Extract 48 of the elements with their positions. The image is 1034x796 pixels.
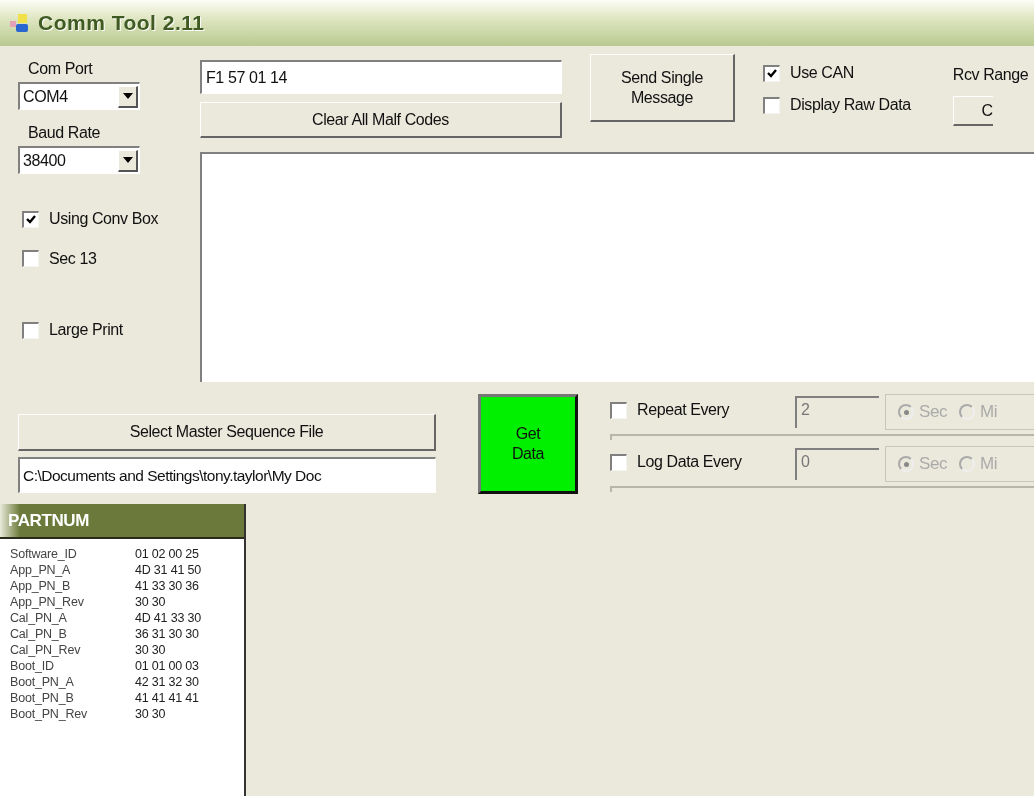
checkbox[interactable] (763, 96, 780, 114)
checkbox-label[interactable]: Use CAN (790, 64, 854, 82)
field-value: 36 31 30 30 (135, 627, 200, 641)
checkbox[interactable] (763, 64, 780, 82)
field-value: 41 41 41 41 (135, 691, 200, 705)
range-label: Rcv Range (952, 66, 1029, 84)
send-button[interactable]: Send Single Message (590, 54, 735, 122)
checkbox-label[interactable]: Display Raw Data (790, 96, 911, 114)
checkbox[interactable] (22, 210, 39, 228)
field-value: 41 33 30 36 (135, 579, 200, 593)
field-label: Com Port (27, 60, 94, 78)
file-path-field[interactable]: C:\Documents and Settings\tony.taylor\My Doc (18, 457, 436, 493)
button[interactable]: C (952, 96, 993, 126)
field-name: Software_ID (10, 547, 78, 561)
panel-header: PARTNUM (0, 504, 244, 539)
select-file-button[interactable]: Select Master Sequence File (18, 414, 436, 451)
clear-button[interactable]: Clear All Malf Codes (200, 102, 562, 138)
field-value: 30 30 (135, 707, 167, 721)
field-value: 30 30 (135, 643, 167, 657)
checkbox-label[interactable]: Sec 13 (49, 249, 97, 268)
checkbox-label[interactable]: Using Conv Box (49, 210, 159, 228)
checkbox[interactable] (22, 321, 39, 339)
field-name: Cal_PN_Rev (10, 643, 82, 657)
field-value: 4D 41 33 30 (135, 611, 202, 625)
field-value: 4D 31 41 50 (135, 563, 202, 577)
field-name: App_PN_B (10, 579, 72, 593)
field-value: 30 30 (135, 595, 167, 609)
field-name: App_PN_A (10, 563, 72, 577)
field-value: 42 31 32 30 (135, 675, 200, 689)
message-field[interactable]: F1 57 01 14 (200, 60, 562, 94)
field-label: Baud Rate (27, 124, 101, 142)
field-name: Boot_PN_A (10, 675, 75, 689)
dropdown[interactable]: 38400 (18, 146, 140, 174)
field-name: Boot_ID (10, 659, 55, 673)
field-name: Boot_PN_B (10, 691, 75, 705)
field-name: App_PN_Rev (10, 595, 85, 609)
checkbox-label[interactable]: Large Print (49, 321, 123, 339)
dropdown[interactable]: COM4 (18, 82, 140, 110)
field-value: 01 02 00 25 (135, 547, 200, 561)
field-value: 01 01 00 03 (135, 659, 200, 673)
checkbox[interactable] (22, 250, 39, 267)
field-name: Boot_PN_Rev (10, 707, 88, 721)
check-icon (766, 67, 778, 80)
field-name: Cal_PN_B (10, 627, 68, 641)
check-icon (25, 213, 37, 226)
get-data-button[interactable]: Get Data (478, 394, 578, 494)
field-name: Cal_PN_A (10, 611, 68, 625)
window-title: Comm Tool 2.11 (38, 11, 205, 35)
